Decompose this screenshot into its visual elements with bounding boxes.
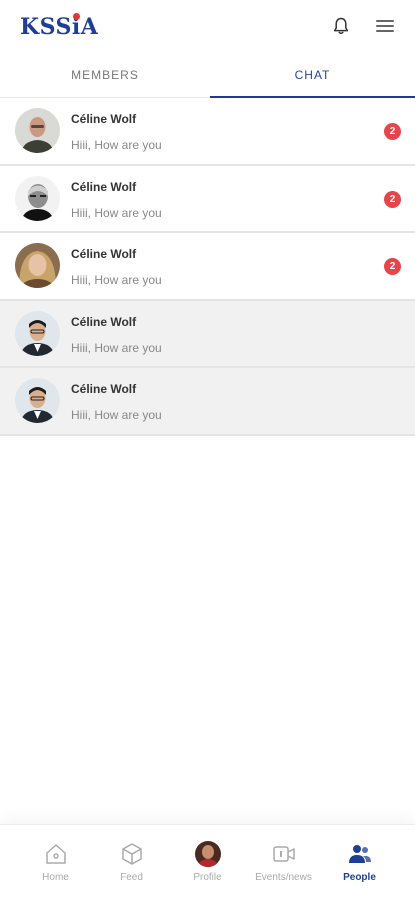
nav-label: Feed <box>120 872 143 883</box>
bottom-navigation: Home Feed Profile Events/news People <box>0 824 415 900</box>
contact-name: Céline Wolf <box>71 179 137 194</box>
chat-list: Céline Wolf Hiii, How are you 2 Céline W… <box>0 98 415 436</box>
hamburger-menu-icon[interactable] <box>374 17 396 35</box>
contact-name: Céline Wolf <box>71 314 137 329</box>
chat-row[interactable]: Céline Wolf Hiii, How are you 2 <box>0 165 415 233</box>
nav-home[interactable]: Home <box>18 825 93 900</box>
chat-row[interactable]: Céline Wolf Hiii, How are you <box>0 300 415 368</box>
logo-dot <box>72 13 80 20</box>
tab-chat[interactable]: CHAT <box>210 56 415 99</box>
last-message: Hiii, How are you <box>71 273 162 287</box>
last-message: Hiii, How are you <box>71 138 162 152</box>
nav-label: Events/news <box>255 872 312 883</box>
nav-feed[interactable]: Feed <box>94 825 169 900</box>
cube-icon <box>122 843 142 865</box>
avatar <box>15 175 60 221</box>
tab-members[interactable]: MEMBERS <box>0 56 210 98</box>
contact-name: Céline Wolf <box>71 382 137 396</box>
video-camera-icon <box>273 846 295 862</box>
chat-row[interactable]: Céline Wolf Hiii, How are you <box>0 368 415 436</box>
bell-icon[interactable] <box>331 16 351 36</box>
unread-badge: 2 <box>384 123 401 140</box>
avatar <box>15 108 60 153</box>
nav-people[interactable]: People <box>322 825 397 900</box>
tab-bar: MEMBERS CHAT <box>0 56 415 99</box>
unread-badge: 2 <box>384 258 401 275</box>
last-message: Hiii, How are you <box>71 408 162 422</box>
people-icon <box>349 845 371 863</box>
nav-label: Profile <box>193 872 222 883</box>
avatar <box>15 378 60 423</box>
nav-label: People <box>343 872 376 883</box>
profile-avatar <box>195 841 221 867</box>
chat-row[interactable]: Céline Wolf Hiii, How are you 2 <box>0 98 415 166</box>
app-header: KSSi A <box>0 0 415 56</box>
last-message: Hiii, How are you <box>71 205 162 220</box>
contact-name: Céline Wolf <box>71 247 137 261</box>
unread-badge: 2 <box>384 190 401 208</box>
avatar <box>15 243 60 288</box>
contact-name: Céline Wolf <box>71 112 137 126</box>
home-icon <box>46 844 66 864</box>
nav-profile[interactable]: Profile <box>170 825 245 900</box>
avatar <box>15 310 60 356</box>
nav-events-news[interactable]: Events/news <box>246 825 321 900</box>
last-message: Hiii, How are you <box>71 340 162 355</box>
kssia-logo[interactable]: KSSi A <box>20 13 98 40</box>
nav-label: Home <box>42 872 69 883</box>
tab-chat-label: CHAT <box>294 68 331 82</box>
chat-row[interactable]: Céline Wolf Hiii, How are you 2 <box>0 233 415 301</box>
